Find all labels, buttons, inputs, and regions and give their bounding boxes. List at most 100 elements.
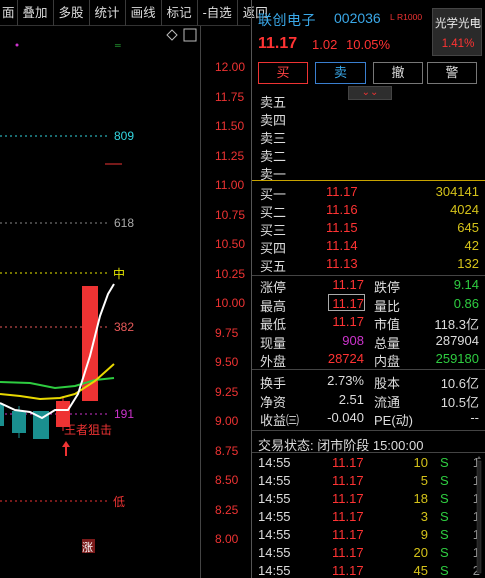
stat-label: 涨停 — [260, 280, 287, 295]
fib-label-618: 618 — [114, 216, 134, 230]
tick-price: 11.17 — [332, 527, 364, 542]
price-axis-tick: 8.25 — [215, 502, 239, 517]
maximize-icon[interactable] — [183, 28, 197, 42]
price-axis-tick: 8.50 — [215, 473, 239, 487]
price-axis-tick: 10.25 — [215, 266, 246, 281]
fib-label-191: 191 — [114, 407, 134, 421]
bid-label: 买三 — [260, 223, 287, 238]
price-axis-tick: 12.00 — [215, 60, 246, 74]
bid-label: 买二 — [260, 205, 287, 220]
cancel-order-button[interactable]: 撤 — [373, 62, 423, 84]
divider — [252, 430, 485, 431]
price-axis-tick: 10.00 — [215, 296, 246, 310]
stat-value: 11.17 — [332, 314, 364, 329]
sector-name: 光学光电 — [435, 18, 481, 30]
stat-value: 287904 — [435, 332, 479, 348]
stat-value: -- — [470, 410, 479, 425]
tick-price: 11.17 — [332, 509, 364, 524]
last-price: 11.17 — [258, 35, 298, 52]
ask-4-label: 卖四 — [260, 113, 287, 128]
tick-side: S — [440, 545, 449, 560]
tick-side: S — [440, 563, 449, 578]
price-axis-tick: 10.50 — [215, 237, 246, 251]
sector-change-pct: 1.41% — [441, 38, 475, 50]
toolbar-stats-button[interactable]: 统计 — [90, 0, 126, 26]
price-axis-tick: 11.00 — [215, 178, 245, 192]
tick-side: S — [440, 455, 449, 470]
tick-price: 11.17 — [332, 545, 364, 560]
price-axis-tick: 9.75 — [215, 325, 239, 340]
tick-volume: 45 — [413, 563, 428, 578]
stat-label: 流通 — [374, 394, 401, 410]
bid-price: 11.15 — [326, 220, 358, 235]
stat-label: 跌停 — [374, 280, 401, 295]
price-axis-tick: 11.25 — [215, 148, 245, 163]
bid-volume: 4024 — [450, 202, 479, 217]
stat-value: 118.3亿 — [434, 317, 479, 332]
bid-label: 买五 — [260, 259, 287, 274]
bid-label: 买一 — [260, 187, 287, 202]
margin-tag-l: L — [390, 12, 395, 22]
stat-label: 市值 — [374, 317, 401, 332]
stat-label: 收益㈢ — [260, 413, 300, 428]
price-axis-tick: 8.75 — [215, 443, 239, 458]
tick-volume: 20 — [413, 545, 428, 560]
stat-label: 内盘 — [374, 354, 401, 369]
price-axis-tick: 8.00 — [215, 532, 239, 546]
divider — [252, 369, 485, 370]
buy-button[interactable]: 买 — [258, 62, 308, 84]
bid-volume: 304141 — [435, 184, 479, 199]
kline-chart[interactable]: ═ 809 618 中 382 191 低 王者狙击 涨 — [0, 26, 200, 578]
ask-3-label: 卖三 — [260, 131, 287, 146]
toolbar-overlay-button[interactable]: 叠加 — [18, 0, 54, 26]
price-axis-tick: 11.75 — [215, 89, 245, 104]
toolbar-partial-item[interactable]: 面 — [0, 0, 18, 26]
scrollbar[interactable] — [474, 455, 484, 578]
fib-label-mid: 中 — [113, 266, 125, 281]
chevron-down-icon[interactable]: ⌄⌄ — [348, 86, 392, 100]
price-axis-tick: 9.25 — [215, 384, 239, 399]
ask-5-label: 卖五 — [260, 95, 287, 110]
sell-button[interactable]: 卖 — [315, 62, 366, 84]
stat-label: 外盘 — [260, 354, 287, 369]
bid-volume: 645 — [457, 220, 479, 235]
toolbar-multi-stock-button[interactable]: 多股 — [54, 0, 90, 26]
tick-time: 14:55 — [258, 509, 291, 524]
stat-value: 10.6亿 — [440, 376, 479, 391]
stat-value: 11.17 — [332, 277, 364, 292]
tick-price: 11.17 — [332, 563, 364, 578]
tick-time: 14:55 — [258, 455, 291, 470]
stat-value: 9.14 — [453, 277, 479, 292]
stat-value: 28724 — [327, 351, 364, 366]
stat-value: 10.5亿 — [440, 394, 479, 410]
stat-label: 最低 — [260, 317, 287, 332]
price-axis-tick: 10.75 — [215, 207, 246, 222]
alert-button[interactable]: 警 — [427, 62, 477, 84]
kline-chart-canvas: ═ 809 618 中 382 191 低 王者狙击 涨 — [0, 28, 197, 554]
stat-label: 换手 — [260, 376, 287, 391]
diamond-icon[interactable] — [166, 29, 178, 41]
stat-value: 259180 — [435, 351, 479, 366]
fib-label-low: 低 — [113, 495, 125, 509]
tick-volume: 9 — [420, 527, 428, 542]
tick-volume: 5 — [420, 473, 428, 488]
toolbar-draw-line-button[interactable]: 画线 — [126, 0, 162, 26]
price-axis: 12.00 11.75 11.50 11.25 11.00 10.75 10.50 10.25… — [200, 26, 250, 578]
toolbar-remove-watchlist-button[interactable]: -自选 — [198, 0, 238, 26]
up-arrow-icon — [62, 441, 70, 456]
order-book-divider — [252, 180, 485, 181]
stat-value: 908 — [342, 332, 364, 348]
divider — [252, 452, 485, 453]
ask-2-label: 卖二 — [260, 149, 287, 164]
stat-label: 股本 — [374, 376, 401, 391]
stat-label: 总量 — [374, 335, 401, 351]
stock-name: 联创电子 — [258, 12, 316, 28]
tick-side: S — [440, 527, 449, 542]
stock-code: 002036 — [334, 10, 381, 26]
tick-price: 11.17 — [332, 473, 364, 488]
tick-time: 14:55 — [258, 473, 291, 488]
sector-box[interactable]: 光学光电 1.41% — [432, 8, 482, 56]
price-change-pct: 10.05% — [346, 37, 391, 52]
toolbar-mark-button[interactable]: 标记 — [162, 0, 198, 26]
fib-label-382: 382 — [114, 320, 134, 334]
